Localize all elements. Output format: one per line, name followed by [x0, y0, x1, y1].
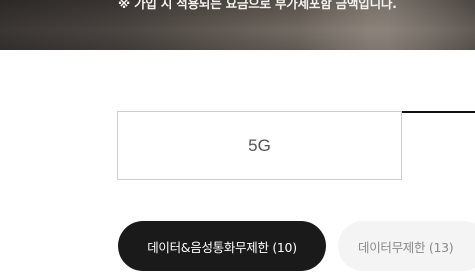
- filter-chip-label: 데이터무제한 (13): [358, 239, 454, 255]
- filter-chip-label: 데이터&음성통화무제한 (10): [147, 239, 297, 255]
- tab-5g-label: 5G: [248, 135, 271, 155]
- tab-active-indicator: [402, 111, 475, 113]
- filter-chip-data-voice-unlimited[interactable]: 데이터&음성통화무제한 (10): [118, 221, 326, 271]
- hero-banner: ※ 가입 시 적용되는 요금으로 부가세포함 금액입니다.: [0, 0, 475, 50]
- filter-chip-data-unlimited[interactable]: 데이터무제한 (13): [338, 221, 475, 271]
- vat-notice: ※ 가입 시 적용되는 요금으로 부가세포함 금액입니다.: [118, 0, 397, 11]
- tab-5g[interactable]: 5G: [117, 111, 402, 180]
